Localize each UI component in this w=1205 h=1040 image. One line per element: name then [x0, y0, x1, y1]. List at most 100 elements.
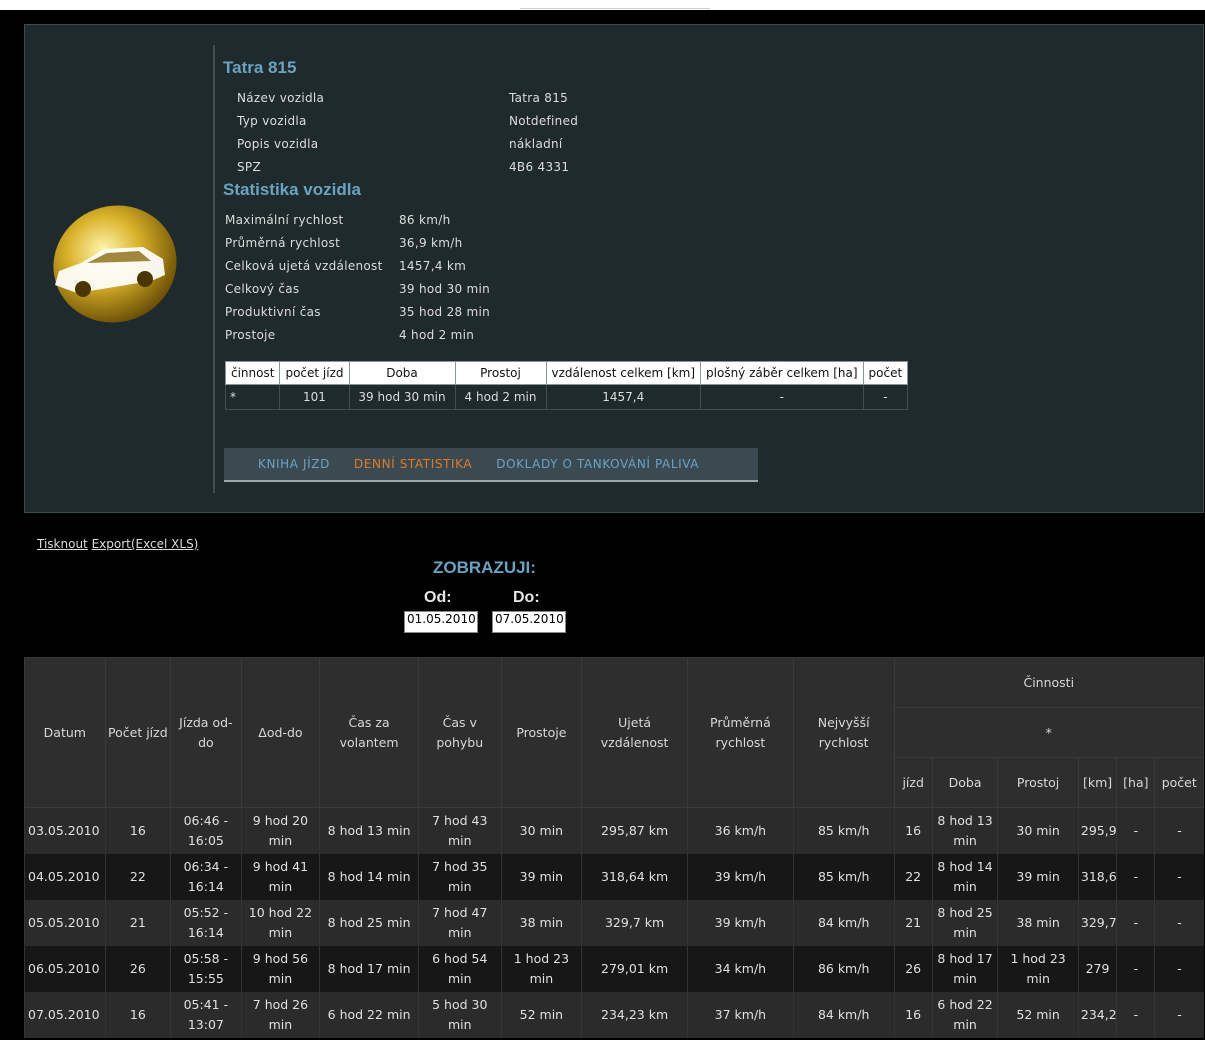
table-cell: - — [1116, 900, 1155, 946]
table-row: 06.05.2010 26 05:58 - 15:55 9 hod 56 min 8 h… — [24, 946, 1204, 992]
table-cell: 318,6 — [1077, 854, 1117, 900]
table-cell: 07.05.2010 — [24, 992, 106, 1038]
menu-item-denni-statistika[interactable]: DENNÍ STATISTIKA — [354, 457, 472, 471]
table-cell: 05:41 - 13:07 — [170, 992, 242, 1038]
summary-row: * 101 39 hod 30 min 4 hod 2 min 1457,4 -… — [224, 384, 909, 410]
field-label: Název vozidla — [237, 91, 325, 105]
table-cell: 8 hod 17 min — [931, 946, 998, 992]
menu-item-doklady-tankovani[interactable]: DOKLADY O TANKOVÁNÍ PALIVA — [496, 457, 699, 471]
to-date-input[interactable]: 07.05.2010 — [492, 611, 566, 633]
table-cell: 39 km/h — [686, 854, 794, 900]
table-cell: 22 — [893, 854, 933, 900]
table-cell: 10 hod 22 min — [240, 900, 320, 946]
col-header: Prostoje — [500, 657, 583, 808]
table-cell: 34 km/h — [686, 946, 794, 992]
table-cell: 37 km/h — [686, 992, 794, 1038]
stat-label: Průměrná rychlost — [225, 236, 341, 250]
table-cell: 06:46 - 16:05 — [170, 807, 242, 854]
stats-title: Statistika vozidla — [223, 180, 361, 199]
table-cell: - — [1154, 992, 1204, 1038]
sub-header: Doba — [931, 757, 999, 808]
daily-stats-table: Datum Počet jízd Jízda od-do Δod-do Čas … — [24, 657, 1205, 1038]
vehicle-panel: Tatra 815 Název vozidla Tatra 815 Typ vo… — [24, 24, 1204, 513]
subgroup-header: * — [893, 707, 1205, 758]
field-value: Notdefined — [509, 114, 579, 128]
table-cell: 39 min — [997, 854, 1079, 900]
stat-value: 35 hod 28 min — [399, 305, 491, 319]
table-cell: 7 hod 26 min — [240, 992, 320, 1038]
stat-value: 36,9 km/h — [399, 236, 463, 250]
table-body: 03.05.2010 16 06:46 - 16:05 9 hod 20 min 8 h… — [24, 807, 1204, 1038]
summary-header-row: činnost počet jízd Doba Prostoj vzdáleno… — [224, 361, 909, 385]
stat-label: Celková ujetá vzdálenost — [225, 259, 383, 273]
table-cell: 8 hod 17 min — [319, 946, 419, 992]
table-cell: 8 hod 25 min — [931, 900, 998, 946]
table-cell: 279 — [1077, 946, 1117, 992]
table-cell: 03.05.2010 — [24, 807, 106, 854]
table-cell: - — [1154, 900, 1204, 946]
print-link[interactable]: Tisknout — [37, 537, 88, 551]
sub-header: Prostoj — [997, 757, 1079, 808]
table-cell: - — [1154, 854, 1204, 900]
stat-label: Prostoje — [225, 328, 276, 342]
stat-label: Celkový čas — [225, 282, 300, 296]
from-date-input[interactable]: 01.05.2010 — [404, 611, 478, 633]
table-cell: 279,01 km — [581, 946, 688, 992]
top-tab — [520, 0, 710, 9]
table-cell: 30 min — [997, 807, 1079, 854]
table-cell: 295,9 — [1077, 807, 1117, 854]
table-cell: 295,87 km — [581, 807, 688, 854]
sub-header: počet — [1154, 757, 1204, 808]
menu-item-kniha-jizd[interactable]: KNIHA JÍZD — [258, 457, 330, 471]
table-cell: 8 hod 14 min — [931, 854, 998, 900]
table-cell: 86 km/h — [792, 946, 895, 992]
summary-cell: * — [224, 384, 281, 410]
table-cell: 8 hod 13 min — [931, 807, 998, 854]
divider — [213, 45, 215, 493]
table-cell: - — [1154, 946, 1204, 992]
group-header: Činnosti — [893, 657, 1205, 708]
table-cell: 318,64 km — [581, 854, 688, 900]
col-header: Čas v pohybu — [417, 657, 502, 808]
table-cell: 85 km/h — [792, 854, 895, 900]
table-cell: 84 km/h — [792, 992, 895, 1038]
table-cell: 234,23 km — [581, 992, 688, 1038]
stat-label: Produktivní čas — [225, 305, 321, 319]
col-header: Δod-do — [240, 657, 321, 808]
summary-cell: 4 hod 2 min — [454, 384, 547, 410]
table-cell: 84 km/h — [792, 900, 895, 946]
table-cell: 39 min — [500, 854, 582, 900]
stat-value: 4 hod 2 min — [399, 328, 475, 342]
table-cell: 38 min — [997, 900, 1079, 946]
table-cell: 16 — [104, 992, 171, 1038]
table-cell: 05:52 - 16:14 — [170, 900, 242, 946]
col-header: Jízda od-do — [170, 657, 242, 808]
table-cell: 329,7 — [1077, 900, 1117, 946]
stat-value: 86 km/h — [399, 213, 451, 227]
summary-table: činnost počet jízd Doba Prostoj vzdáleno… — [224, 361, 909, 410]
table-cell: 38 min — [500, 900, 582, 946]
table-cell: - — [1116, 992, 1155, 1038]
table-cell: 1 hod 23 min — [500, 946, 582, 992]
car-logo-icon — [53, 205, 177, 323]
table-cell: 36 km/h — [686, 807, 794, 854]
table-cell: 04.05.2010 — [24, 854, 106, 900]
col-header: Počet jízd — [104, 657, 172, 808]
table-cell: 85 km/h — [792, 807, 895, 854]
table-cell: 7 hod 43 min — [417, 807, 502, 854]
col-header: Nejvyšší rychlost — [792, 657, 895, 808]
table-row: 03.05.2010 16 06:46 - 16:05 9 hod 20 min 8 h… — [24, 807, 1204, 854]
table-cell: 7 hod 35 min — [417, 854, 502, 900]
summary-cell: 101 — [279, 384, 350, 410]
browser-top-strip — [0, 0, 1205, 10]
to-label: Do: — [513, 589, 540, 606]
table-cell: 7 hod 47 min — [417, 900, 502, 946]
table-cell: 30 min — [500, 807, 582, 854]
sub-header: [km] — [1077, 757, 1118, 808]
summary-header: počet jízd — [279, 361, 350, 385]
summary-cell: 39 hod 30 min — [348, 384, 456, 410]
table-cell: - — [1154, 807, 1204, 854]
table-cell: 05.05.2010 — [24, 900, 106, 946]
stat-value: 39 hod 30 min — [399, 282, 491, 296]
export-link[interactable]: Export(Excel XLS) — [92, 537, 199, 551]
